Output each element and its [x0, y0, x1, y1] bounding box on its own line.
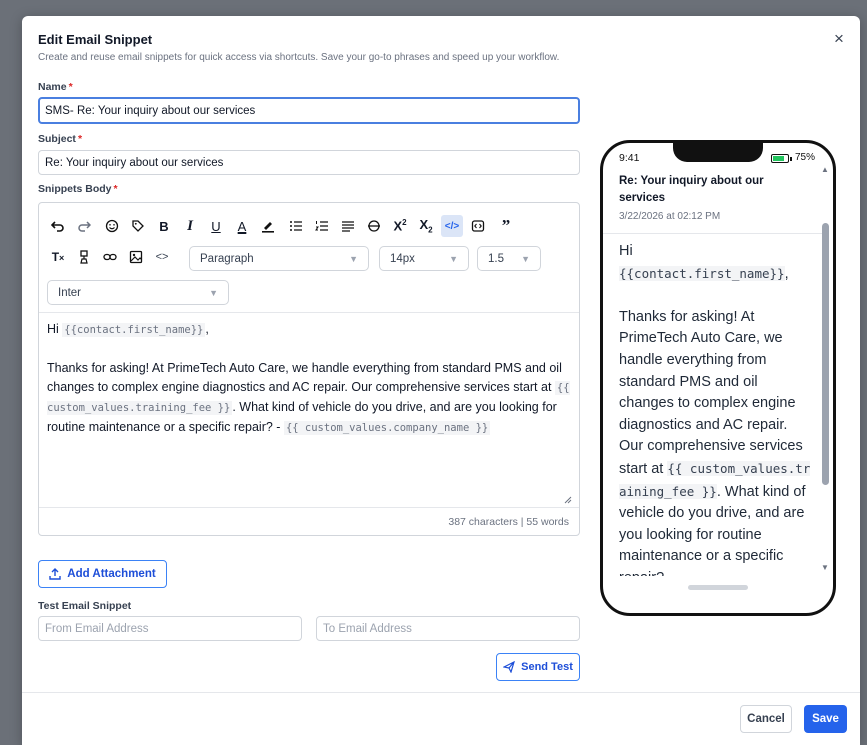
- phone-preview: 9:41 75% Re: Your inquiry about our serv…: [600, 140, 836, 616]
- subscript-icon[interactable]: X2: [415, 215, 437, 237]
- modal-subtitle: Create and reuse email snippets for quic…: [38, 52, 560, 63]
- upload-icon: [49, 568, 61, 580]
- subject-label: Subject *: [38, 133, 83, 145]
- phone-notch: [673, 143, 763, 162]
- font-size-select[interactable]: 14px ▼: [379, 246, 469, 271]
- preview-date: 3/22/2026 at 02:12 PM: [619, 211, 721, 222]
- edit-snippet-modal: Edit Email Snippet Create and reuse emai…: [22, 16, 860, 745]
- code-icon[interactable]: <>: [151, 246, 173, 268]
- close-icon[interactable]: ×: [830, 30, 848, 48]
- scroll-thumb: [822, 223, 829, 485]
- superscript-icon[interactable]: X2: [389, 215, 411, 237]
- snippet-editor: B I U A X2 X2 </> ” T× <> Paragraph ▼ 14p…: [38, 202, 580, 536]
- name-input[interactable]: [38, 97, 580, 124]
- font-family-select[interactable]: Inter ▼: [47, 280, 229, 305]
- format-painter-icon[interactable]: [73, 246, 95, 268]
- merge-tag: {{contact.first_name}}: [62, 323, 206, 337]
- text-color-icon[interactable]: A: [231, 215, 253, 237]
- line-height-select[interactable]: 1.5 ▼: [477, 246, 541, 271]
- to-email-input[interactable]: [316, 616, 580, 641]
- underline-icon[interactable]: U: [205, 215, 227, 237]
- battery-percent: 75%: [795, 152, 816, 163]
- italic-icon[interactable]: I: [179, 215, 201, 237]
- preview-scrollbar[interactable]: ▲ ▼: [821, 165, 829, 575]
- merge-tag: {{contact.first_name}}: [619, 265, 785, 281]
- paragraph-select[interactable]: Paragraph ▼: [189, 246, 369, 271]
- scroll-down-icon: ▼: [821, 563, 829, 572]
- modal-title: Edit Email Snippet: [38, 32, 153, 47]
- test-snippet-label: Test Email Snippet: [38, 600, 132, 612]
- code-view-icon[interactable]: </>: [441, 215, 463, 237]
- phone-time: 9:41: [619, 152, 640, 164]
- merge-tag: {{ custom_values.company_name }}: [283, 421, 491, 435]
- add-attachment-button[interactable]: Add Attachment: [38, 560, 167, 588]
- send-test-button[interactable]: Send Test: [496, 653, 580, 681]
- chevron-down-icon: ▼: [209, 287, 218, 298]
- quote-icon[interactable]: ”: [495, 215, 517, 237]
- chevron-down-icon: ▼: [449, 253, 458, 264]
- home-indicator: [688, 585, 748, 590]
- strikethrough-icon[interactable]: [363, 215, 385, 237]
- editor-toolbar: B I U A X2 X2 </> ” T× <> Paragraph ▼ 14p…: [39, 203, 579, 313]
- preview-subject: Re: Your inquiry about our services: [619, 175, 764, 204]
- align-icon[interactable]: [337, 215, 359, 237]
- cancel-button[interactable]: Cancel: [740, 705, 792, 733]
- link-icon[interactable]: [99, 246, 121, 268]
- embed-icon[interactable]: [467, 215, 489, 237]
- scroll-up-icon: ▲: [821, 165, 829, 174]
- name-label: Name *: [38, 81, 73, 93]
- from-email-input[interactable]: [38, 616, 302, 641]
- bullet-list-icon[interactable]: [285, 215, 307, 237]
- chevron-down-icon: ▼: [521, 253, 530, 264]
- battery-icon: [771, 154, 789, 163]
- subject-input[interactable]: [38, 150, 580, 175]
- tag-icon[interactable]: [127, 215, 149, 237]
- image-icon[interactable]: [125, 246, 147, 268]
- emoji-icon[interactable]: [101, 215, 123, 237]
- undo-icon[interactable]: [47, 215, 69, 237]
- bold-icon[interactable]: B: [153, 215, 175, 237]
- numbered-list-icon[interactable]: [311, 215, 333, 237]
- resize-handle-icon[interactable]: [562, 491, 572, 504]
- character-counter: 387 characters | 55 words: [39, 507, 579, 535]
- chevron-down-icon: ▼: [349, 253, 358, 264]
- highlight-icon[interactable]: [257, 215, 279, 237]
- clear-format-icon[interactable]: T×: [47, 246, 69, 268]
- preview-body: Hi {{contact.first_name}}, Thanks for as…: [619, 243, 811, 576]
- editor-content[interactable]: Hi {{contact.first_name}}, Thanks for as…: [47, 320, 571, 438]
- redo-icon[interactable]: [73, 215, 95, 237]
- body-label: Snippets Body *: [38, 183, 118, 195]
- save-button[interactable]: Save: [804, 705, 847, 733]
- send-icon: [503, 661, 516, 673]
